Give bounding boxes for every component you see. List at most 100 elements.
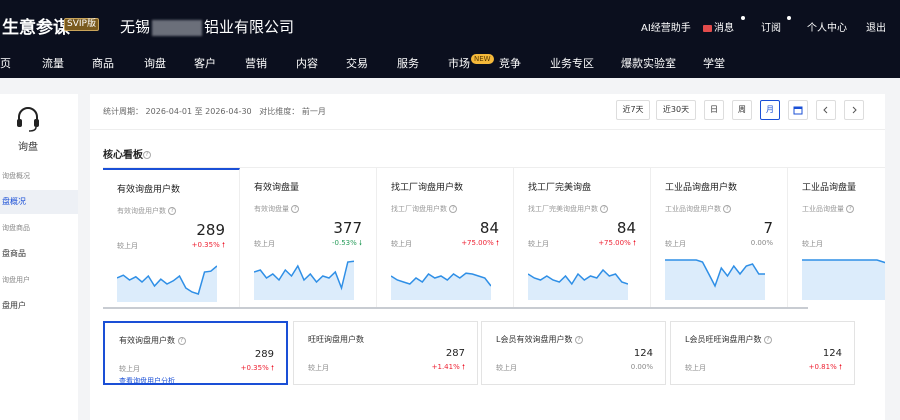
tab-industrial-inquiry-users[interactable]: 工业品询盘用户数 工业品询盘用户数 ? 7 较上月 0.00% xyxy=(651,168,788,307)
sub-metric-wangwang-users[interactable]: 旺旺询盘用户数 287 较上月 +1.41% 🠕 xyxy=(293,321,478,385)
tab-valid-inquiries[interactable]: 有效询盘量 有效询盘量 ? 377 较上月 -0.53% 🠗 xyxy=(240,168,377,307)
help-icon[interactable]: ? xyxy=(143,151,151,159)
nav-item-academy[interactable]: 学堂 xyxy=(703,55,725,71)
sidebar-group-overview: 询盘概况 xyxy=(2,172,30,180)
tab-value: 289 xyxy=(196,221,225,239)
nav-item-traffic[interactable]: 流量 xyxy=(42,55,64,71)
tab-subtitle: 工业品询盘用户数 ? xyxy=(665,204,732,214)
tab-rate: +75.00% 🠕 xyxy=(598,239,636,247)
tab-factory-perfect-inquiries[interactable]: 找工厂完美询盘 找工厂完美询盘用户数 ? 84 较上月 +75.00% 🠕 xyxy=(514,168,651,307)
help-icon[interactable]: ? xyxy=(600,205,609,213)
tab-value: 84 xyxy=(479,219,499,237)
nav-item-competition[interactable]: 竞争 xyxy=(499,55,521,71)
tab-subtitle: 找工厂询盘用户数 ? xyxy=(391,204,458,214)
tab-subtitle: 有效询盘量 ? xyxy=(254,204,300,214)
sidebar-item-overview[interactable]: 盘概况 xyxy=(0,190,78,214)
nav-item-home[interactable]: 页 xyxy=(0,55,11,71)
next-button[interactable] xyxy=(844,100,864,120)
sparkline-area xyxy=(802,260,885,300)
sparkline-2 xyxy=(391,272,491,300)
nav-item-hot-lab[interactable]: 爆款实验室 xyxy=(621,55,676,71)
messages-link[interactable]: 消息 xyxy=(703,19,734,34)
sub-metric-title: 旺旺询盘用户数 xyxy=(308,335,364,344)
arrow-up-icon: 🠕 xyxy=(495,239,499,247)
help-icon[interactable]: ? xyxy=(291,205,300,213)
sub-metric-title: L会员旺旺询盘用户数 ? xyxy=(685,334,773,345)
mail-icon xyxy=(703,24,712,32)
sub-metrics: 有效询盘用户数 ? 289 较上月 +0.35% 🠕 查看询盘用户分析 旺旺询盘… xyxy=(103,321,873,391)
help-icon[interactable]: ? xyxy=(846,205,855,213)
section-title: 核心看板? xyxy=(103,146,151,161)
tab-factory-inquiry-users[interactable]: 找工厂询盘用户数 找工厂询盘用户数 ? 84 较上月 +75.00% 🠕 xyxy=(377,168,514,307)
sub-metric-rate-label: 较上月 xyxy=(119,365,140,373)
nav-item-trade[interactable]: 交易 xyxy=(346,55,368,71)
tab-value: 377 xyxy=(333,219,362,237)
nav-item-market[interactable]: 市场 xyxy=(448,55,470,71)
subscribe-link[interactable]: 订阅 xyxy=(761,19,781,34)
tab-rate: +0.35% 🠕 xyxy=(191,241,225,249)
tab-rate-label: 较上月 xyxy=(117,242,138,250)
chevron-right-icon xyxy=(852,106,857,114)
tab-rate-label: 较上月 xyxy=(802,240,823,248)
week-button[interactable]: 周 xyxy=(732,100,752,120)
day-button[interactable]: 日 xyxy=(704,100,724,120)
svip-badge: SVIP版 xyxy=(64,18,99,31)
calendar-button[interactable] xyxy=(788,100,808,120)
sub-metric-l-member-valid-users[interactable]: L会员有效询盘用户数 ? 124 较上月 0.00% xyxy=(481,321,666,385)
sub-metric-l-member-wangwang-users[interactable]: L会员旺旺询盘用户数 ? 124 较上月 +0.81% 🠕 xyxy=(670,321,855,385)
tab-subtitle: 有效询盘用户数 ? xyxy=(117,206,177,216)
subscribe-dot-icon xyxy=(787,16,791,20)
tab-subtitle: 工业品询盘量 ? xyxy=(802,204,855,214)
tab-title: 工业品询盘量 xyxy=(802,183,857,193)
month-button[interactable]: 月 xyxy=(760,100,780,120)
help-icon[interactable]: ? xyxy=(177,336,186,345)
nav-item-products[interactable]: 商品 xyxy=(92,55,114,71)
sidebar-group-users: 询盘用户 xyxy=(2,276,30,284)
period-bar: 统计周期： 2026-04-01 至 2026-04-30 对比维度： 前一月 … xyxy=(90,94,885,130)
view-user-analysis-link[interactable]: 查看询盘用户分析 xyxy=(119,376,175,386)
sparkline-4 xyxy=(665,259,765,300)
nav-item-customers[interactable]: 客户 xyxy=(194,55,216,71)
profile-link[interactable]: 个人中心 xyxy=(807,19,847,34)
headset-icon xyxy=(14,104,42,138)
help-icon[interactable]: ? xyxy=(449,205,458,213)
sub-metric-valid-users[interactable]: 有效询盘用户数 ? 289 较上月 +0.35% 🠕 查看询盘用户分析 xyxy=(103,321,288,385)
sparkline-1 xyxy=(254,260,354,300)
help-icon[interactable]: ? xyxy=(168,207,177,215)
message-dot-icon xyxy=(741,16,745,20)
tab-valid-inquiry-users[interactable]: 有效询盘用户数 有效询盘用户数 ? 289 较上月 +0.35% 🠕 xyxy=(103,168,240,307)
tab-value: 7 xyxy=(763,219,773,237)
sub-metric-rate: +1.41% 🠕 xyxy=(431,363,465,371)
ai-assistant-link[interactable]: AI经营助手 xyxy=(641,19,691,34)
sub-metric-value: 124 xyxy=(633,348,653,359)
tab-rate-label: 较上月 xyxy=(528,240,549,248)
logout-link[interactable]: 退出 xyxy=(866,19,886,34)
help-icon[interactable]: ? xyxy=(723,205,732,213)
chevron-left-icon xyxy=(823,106,828,114)
nav-item-business-zone[interactable]: 业务专区 xyxy=(550,55,594,71)
nav-item-inquiry[interactable]: 询盘 xyxy=(140,55,170,80)
help-icon[interactable]: ? xyxy=(575,335,584,344)
nav-item-marketing[interactable]: 营销 xyxy=(245,55,267,71)
nav-item-content[interactable]: 内容 xyxy=(296,55,318,71)
sidebar-item-users[interactable]: 盘用户 xyxy=(0,294,78,318)
nav-item-service[interactable]: 服务 xyxy=(397,55,419,71)
sparkline-5 xyxy=(802,259,885,300)
last-30-days-button[interactable]: 近30天 xyxy=(656,100,696,120)
prev-button[interactable] xyxy=(816,100,836,120)
left-sidebar: 询盘 询盘概况 盘概况 询盘商品 盘商品 询盘用户 盘用户 xyxy=(0,94,78,420)
brand-title[interactable]: 生意参谋 xyxy=(2,13,70,38)
tab-industrial-inquiries[interactable]: 工业品询盘量 工业品询盘量 ? 较上月 xyxy=(788,168,885,307)
horizontal-scrollbar[interactable] xyxy=(103,307,808,309)
tab-rate-label: 较上月 xyxy=(254,240,275,248)
sparkline-area xyxy=(391,273,491,300)
last-7-days-button[interactable]: 近7天 xyxy=(616,100,650,120)
tab-rate-label: 较上月 xyxy=(665,240,686,248)
sub-metric-rate-label: 较上月 xyxy=(685,364,706,372)
period-info: 统计周期： 2026-04-01 至 2026-04-30 对比维度： 前一月 xyxy=(103,107,326,116)
sidebar-item-products[interactable]: 盘商品 xyxy=(0,242,78,266)
tab-title: 有效询盘用户数 xyxy=(117,185,181,195)
arrow-up-icon: 🠕 xyxy=(632,239,636,247)
help-icon[interactable]: ? xyxy=(764,335,773,344)
sub-metric-rate: +0.81% 🠕 xyxy=(808,363,842,371)
